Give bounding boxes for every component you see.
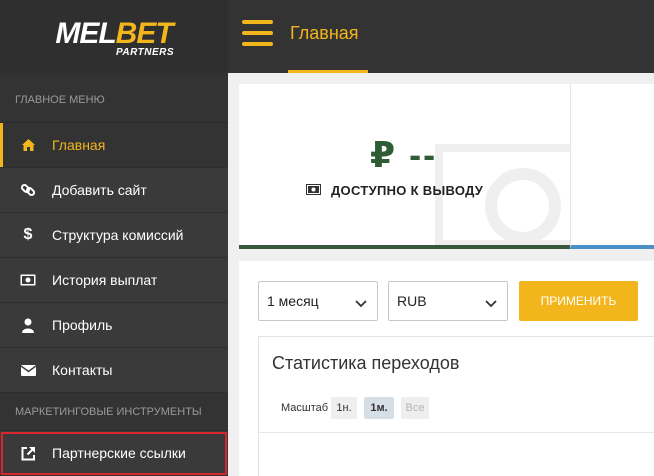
scale-month-button[interactable]: 1м. bbox=[364, 397, 394, 419]
user-icon bbox=[20, 317, 36, 333]
sidebar-item-home[interactable]: Главная bbox=[0, 123, 228, 168]
hamburger-icon[interactable] bbox=[242, 20, 273, 46]
main-menu-title: ГЛАВНОЕ МЕНЮ bbox=[0, 73, 228, 123]
brand-logo[interactable]: MELBET PARTNERS bbox=[0, 0, 228, 73]
money-icon bbox=[20, 272, 36, 288]
logo-text: MELBET bbox=[55, 17, 174, 50]
stats-panel: Статистика переходов Масштаб 1н. 1м. Все bbox=[258, 336, 654, 476]
balance-amount: ₽ -- bbox=[370, 134, 438, 175]
dollar-icon: $ bbox=[23, 226, 33, 243]
sidebar-item-profile[interactable]: Профиль bbox=[0, 303, 228, 348]
logo-text-yellow: BET bbox=[115, 17, 174, 50]
sidebar-item-partner-links[interactable]: Партнерские ссылки bbox=[0, 431, 228, 476]
home-icon bbox=[20, 137, 36, 153]
marketing-tools-title: МАРКЕТИНГОВЫЕ ИНСТРУМЕНТЫ bbox=[0, 393, 228, 431]
top-bar: Главная bbox=[228, 0, 654, 73]
sidebar-item-contacts[interactable]: Контакты bbox=[0, 348, 228, 393]
filter-panel: 1 месяц RUB ПРИМЕНИТЬ Статистика переход… bbox=[239, 261, 654, 476]
sidebar-item-payouts[interactable]: История выплат bbox=[0, 258, 228, 303]
sidebar-item-label: Партнерские ссылки bbox=[52, 445, 186, 461]
sidebar-item-label: Профиль bbox=[52, 317, 113, 333]
chevron-down-icon bbox=[485, 295, 497, 311]
balance-card: ₽ -- ДОСТУПНО К ВЫВОДУ bbox=[239, 84, 570, 249]
available-label: ДОСТУПНО К ВЫВОДУ bbox=[306, 183, 483, 198]
logo-text-white: MEL bbox=[55, 17, 116, 50]
cash-icon bbox=[306, 183, 321, 198]
sidebar-item-label: Структура комиссий bbox=[52, 227, 184, 243]
page-title: Главная bbox=[290, 23, 359, 43]
sidebar: MELBET PARTNERS ГЛАВНОЕ МЕНЮ Главная Доб… bbox=[0, 0, 228, 476]
sidebar-item-label: История выплат bbox=[52, 272, 158, 288]
sidebar-item-commission[interactable]: $ Структура комиссий bbox=[0, 213, 228, 258]
logo-subtitle: PARTNERS bbox=[115, 47, 175, 58]
scale-all-button[interactable]: Все bbox=[401, 397, 429, 419]
sidebar-item-label: Контакты bbox=[52, 362, 113, 378]
scale-week-button[interactable]: 1н. bbox=[331, 397, 357, 419]
currency-select[interactable]: RUB bbox=[388, 281, 508, 321]
main-content: ₽ -- ДОСТУПНО К ВЫВОДУ 1 месяц RUB ПРИМЕ… bbox=[228, 73, 654, 476]
link-icon bbox=[20, 182, 36, 198]
divider bbox=[259, 432, 654, 433]
period-select[interactable]: 1 месяц bbox=[258, 281, 378, 321]
scale-label: Масштаб bbox=[281, 402, 329, 414]
chevron-down-icon bbox=[355, 295, 367, 311]
apply-button[interactable]: ПРИМЕНИТЬ bbox=[519, 281, 638, 321]
envelope-icon bbox=[20, 362, 36, 378]
sidebar-item-label: Добавить сайт bbox=[52, 182, 147, 198]
sidebar-item-label: Главная bbox=[52, 137, 106, 153]
sidebar-item-add-site[interactable]: Добавить сайт bbox=[0, 168, 228, 213]
secondary-card bbox=[570, 84, 654, 249]
external-link-icon bbox=[20, 445, 36, 461]
stats-title: Статистика переходов bbox=[272, 353, 460, 373]
